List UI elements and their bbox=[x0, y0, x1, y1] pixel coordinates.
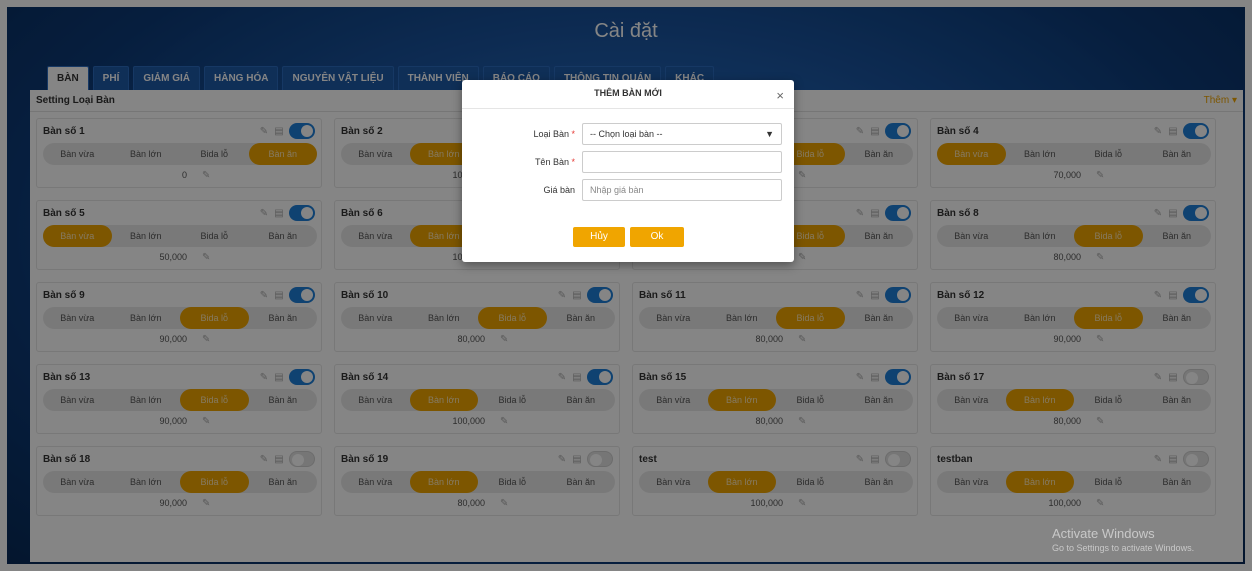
watermark-subtitle: Go to Settings to activate Windows. bbox=[1052, 543, 1195, 553]
watermark-title: Activate Windows bbox=[1052, 526, 1155, 541]
price-label: Giá bàn bbox=[543, 185, 575, 195]
table-type-select[interactable]: -- Chọn loại bàn -- ▼ bbox=[582, 123, 782, 145]
price-row: Giá bàn bbox=[462, 179, 794, 201]
name-row: Tên Bàn * bbox=[462, 151, 794, 173]
ok-button[interactable]: Ok bbox=[630, 227, 684, 247]
close-icon[interactable]: × bbox=[776, 88, 784, 103]
modal-title: THÊM BÀN MỚI bbox=[594, 88, 662, 98]
type-label: Loại Bàn * bbox=[533, 129, 575, 139]
table-price-input[interactable] bbox=[582, 179, 782, 201]
table-name-input[interactable] bbox=[582, 151, 782, 173]
table-type-value: -- Chọn loại bàn -- bbox=[590, 129, 663, 139]
type-row: Loại Bàn * -- Chọn loại bàn -- ▼ bbox=[462, 123, 794, 145]
add-table-modal: THÊM BÀN MỚI × Loại Bàn * -- Chọn loại b… bbox=[462, 80, 794, 262]
required-mark: * bbox=[571, 157, 575, 167]
required-mark: * bbox=[571, 129, 575, 139]
name-label: Tên Bàn * bbox=[534, 157, 575, 167]
cancel-button[interactable]: Hủy bbox=[573, 227, 625, 247]
chevron-down-icon: ▼ bbox=[765, 129, 774, 139]
modal-divider bbox=[462, 108, 794, 109]
activation-watermark: Activate Windows Go to Settings to activ… bbox=[1052, 526, 1194, 553]
